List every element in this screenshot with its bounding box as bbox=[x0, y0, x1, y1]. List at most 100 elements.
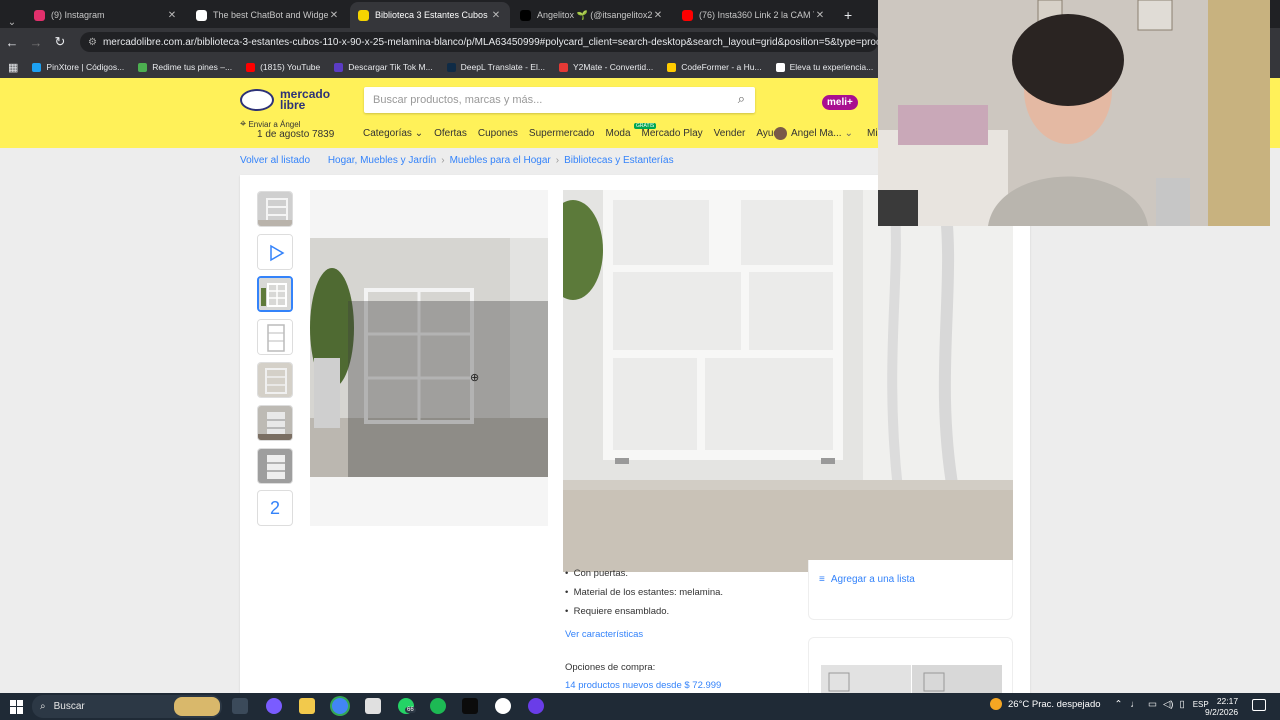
nav-item[interactable]: Categorías ⌄ bbox=[363, 128, 423, 139]
tab-search-button[interactable]: ⌄ bbox=[0, 17, 24, 28]
forward-icon[interactable]: → bbox=[24, 35, 48, 50]
search-icon[interactable]: ⌕ bbox=[738, 91, 745, 107]
gallery-thumb-video[interactable] bbox=[257, 234, 293, 270]
notifications-icon[interactable] bbox=[1252, 699, 1266, 711]
bookmark-item[interactable]: Eleva tu experiencia... bbox=[775, 62, 873, 72]
spotify-icon[interactable] bbox=[430, 698, 446, 714]
bookmark-item[interactable]: Redime tus pines –... bbox=[138, 62, 232, 72]
bookmark-item[interactable]: PinXtore | Códigos... bbox=[32, 62, 124, 72]
battery-icon[interactable]: ▯ bbox=[1179, 699, 1184, 710]
close-icon[interactable]: ✕ bbox=[814, 10, 826, 21]
bookmark-label: (1815) YouTube bbox=[260, 62, 321, 72]
gallery-more-thumb[interactable]: 2 bbox=[257, 490, 293, 526]
capcut-icon[interactable] bbox=[462, 698, 478, 714]
bookmark-favicon-icon bbox=[138, 62, 148, 72]
microphone-icon[interactable]: ♩ bbox=[1131, 699, 1141, 710]
nav-item[interactable]: Vender bbox=[714, 128, 746, 139]
chevron-down-icon: ⌄ bbox=[844, 128, 853, 139]
bookmark-item[interactable]: Descargar Tik Tok M... bbox=[334, 62, 433, 72]
browser-tab[interactable]: Angelitox 🌱 (@itsangelitox2) | ✕ bbox=[512, 2, 672, 28]
clock-time: 22:17 bbox=[1216, 696, 1239, 706]
shipping-location[interactable]: ⌖ Enviar a Ángel 1 de agosto 7839 bbox=[240, 118, 334, 140]
bookmark-label: PinXtore | Códigos... bbox=[46, 62, 125, 72]
gallery-thumb[interactable] bbox=[257, 405, 293, 441]
zoom-cursor-icon: ⊕ bbox=[470, 372, 480, 384]
close-icon[interactable]: ✕ bbox=[652, 10, 664, 21]
nav-item[interactable]: Moda bbox=[606, 128, 631, 139]
purchase-sidebox: ≡ Agregar a una lista bbox=[808, 560, 1013, 620]
buy-options-link[interactable]: 14 productos nuevos desde $ 72.999 bbox=[565, 680, 721, 691]
breadcrumb-item-hogar[interactable]: Hogar, Muebles y Jardín bbox=[328, 155, 436, 166]
location-value: 1 de agosto 7839 bbox=[257, 129, 335, 140]
copilot-icon[interactable] bbox=[266, 698, 282, 714]
tab-title: Biblioteca 3 Estantes Cubos 110 bbox=[375, 10, 490, 20]
bookmark-item[interactable]: DeepL Translate - El... bbox=[446, 62, 545, 72]
gallery-thumb[interactable] bbox=[257, 319, 293, 355]
bookmark-item[interactable]: Y2Mate - Convertid... bbox=[558, 62, 654, 72]
breadcrumb-item-bibliotecas[interactable]: Bibliotecas y Estanterías bbox=[564, 155, 674, 166]
webcam-feed bbox=[878, 0, 1270, 226]
bookmark-item[interactable]: (1815) YouTube bbox=[246, 62, 320, 72]
windows-start-icon[interactable] bbox=[10, 699, 24, 714]
gallery-thumb[interactable] bbox=[257, 448, 293, 484]
user-menu[interactable]: Angel Ma... ⌄ Mis c bbox=[774, 127, 890, 140]
browser-tab[interactable]: The best ChatBot and Widgets ✕ bbox=[188, 2, 348, 28]
bookmark-item[interactable]: CodeFormer - a Hu... bbox=[667, 62, 762, 72]
taskbar-search-label: Buscar bbox=[53, 701, 85, 712]
volume-icon[interactable]: ◁) bbox=[1163, 699, 1173, 710]
chevron-up-icon[interactable]: ⌃ bbox=[1115, 699, 1123, 710]
tab-title: (9) Instagram bbox=[51, 10, 105, 20]
gallery-thumb[interactable] bbox=[257, 362, 293, 398]
close-icon[interactable]: ✕ bbox=[166, 10, 178, 21]
new-tab-button[interactable]: + bbox=[844, 2, 852, 28]
gallery-thumb[interactable] bbox=[257, 191, 293, 227]
file-explorer-icon[interactable] bbox=[299, 698, 315, 714]
tab-favicon-icon bbox=[34, 9, 45, 21]
taskbar-search[interactable]: ⌕ Buscar bbox=[32, 695, 222, 718]
close-icon[interactable]: ✕ bbox=[490, 10, 502, 21]
chevron-right-icon: › bbox=[441, 155, 445, 166]
see-features-link[interactable]: Ver características bbox=[565, 629, 643, 640]
bookmark-favicon-icon bbox=[775, 62, 785, 72]
feature-bullet: • Con puertas. bbox=[565, 568, 629, 579]
reload-icon[interactable]: ↻ bbox=[48, 34, 72, 50]
browser-tab[interactable]: Biblioteca 3 Estantes Cubos 110✕ bbox=[350, 2, 510, 28]
breadcrumb: Volver al listado Hogar, Muebles y Jardí… bbox=[240, 155, 674, 166]
nav-item[interactable]: Ofertas bbox=[434, 128, 467, 139]
apps-icon[interactable]: ▦ bbox=[8, 61, 18, 74]
task-view-icon[interactable] bbox=[232, 698, 248, 714]
nav-item[interactable]: Supermercado bbox=[529, 128, 595, 139]
document-app-icon[interactable] bbox=[365, 698, 381, 714]
clock[interactable]: 22:17 9/2/2026 bbox=[1205, 696, 1238, 718]
chrome-icon[interactable] bbox=[332, 698, 348, 714]
bookmark-favicon-icon bbox=[246, 62, 256, 72]
bookmark-label: Y2Mate - Convertid... bbox=[572, 62, 654, 72]
feature-text: Requiere ensamblado. bbox=[573, 606, 670, 617]
browser-tab[interactable]: (76) Insta360 Link 2 la CAM TO ✕ bbox=[674, 2, 834, 28]
browser-tab[interactable]: (9) Instagram ✕ bbox=[26, 2, 186, 28]
address-bar[interactable]: ⚙ mercadolibre.com.ar/biblioteca-3-estan… bbox=[80, 32, 878, 52]
app-icon[interactable] bbox=[528, 698, 544, 714]
site-info-icon[interactable]: ⚙ bbox=[88, 37, 97, 48]
tab-title: (76) Insta360 Link 2 la CAM TO bbox=[699, 10, 814, 20]
shelf-photo-icon bbox=[258, 320, 292, 354]
search-input[interactable]: Buscar productos, marcas y más... ⌕ bbox=[364, 87, 755, 113]
nav-item[interactable]: Mercado Play bbox=[642, 128, 703, 139]
network-icon[interactable]: ▭ bbox=[1148, 699, 1157, 710]
meli-plus-badge[interactable]: meli+ bbox=[822, 95, 858, 110]
close-icon[interactable]: ✕ bbox=[328, 10, 340, 21]
weather-text[interactable]: 26°C Prac. despejado bbox=[1008, 699, 1101, 710]
chevron-right-icon: › bbox=[555, 155, 560, 166]
back-icon[interactable]: ← bbox=[0, 35, 24, 50]
feature-bullet: • Material de los estantes: melamina. bbox=[565, 587, 724, 598]
obs-icon[interactable] bbox=[495, 698, 511, 714]
nav-item[interactable]: Cupones bbox=[478, 128, 518, 139]
gallery-thumb-selected[interactable] bbox=[257, 276, 293, 312]
back-to-list-link[interactable]: Volver al listado bbox=[240, 155, 310, 166]
breadcrumb-item-muebles[interactable]: Muebles para el Hogar bbox=[450, 155, 551, 166]
add-to-list-link[interactable]: ≡ Agregar a una lista bbox=[819, 574, 915, 585]
mercadolibre-logo[interactable]: mercado libre bbox=[240, 86, 340, 114]
shelf-photo-icon bbox=[258, 449, 292, 483]
list-add-icon: ≡ bbox=[819, 574, 825, 585]
location-pin-icon: ⌖ bbox=[240, 118, 247, 130]
